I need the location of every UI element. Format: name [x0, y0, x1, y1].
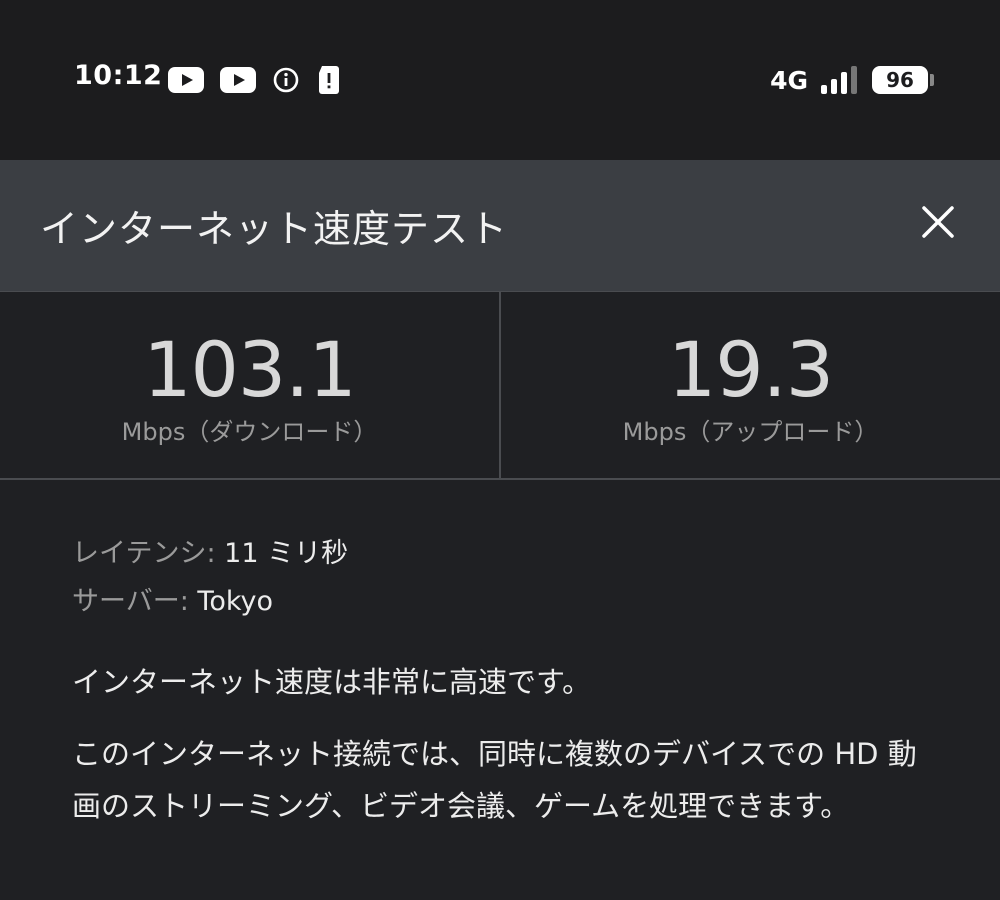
- download-speed-value: 103.1: [143, 325, 357, 414]
- status-bar: 10:12 4G 96: [0, 0, 1000, 160]
- download-result: 103.1 Mbps（ダウンロード）: [0, 292, 499, 478]
- upload-speed-value: 19.3: [667, 325, 834, 414]
- info-icon: [273, 67, 299, 93]
- dialog-title: インターネット速度テスト: [40, 207, 509, 251]
- battery-level: 96: [886, 68, 914, 92]
- upload-speed-unit: Mbps（アップロード）: [622, 418, 879, 446]
- download-speed-unit: Mbps（ダウンロード）: [121, 418, 378, 446]
- notification-icons: [168, 64, 342, 96]
- server-row: サーバー: Tokyo: [72, 578, 952, 626]
- signal-strength-icon: [821, 66, 857, 94]
- close-icon: [922, 206, 954, 238]
- youtube-icon: [168, 67, 204, 93]
- battery-icon: 96: [872, 66, 934, 94]
- status-time: 10:12: [74, 60, 163, 91]
- close-button[interactable]: [916, 200, 960, 244]
- system-icons: 4G 96: [770, 62, 934, 98]
- upload-result: 19.3 Mbps（アップロード）: [499, 292, 1000, 478]
- speed-summary: インターネット速度は非常に高速です。: [72, 665, 592, 699]
- test-details: レイテンシ: 11 ミリ秒 サーバー: Tokyo: [72, 530, 952, 626]
- latency-label: レイテンシ:: [72, 538, 216, 569]
- sim-alert-icon: [319, 66, 339, 94]
- speed-results: 103.1 Mbps（ダウンロード） 19.3 Mbps（アップロード）: [0, 291, 1000, 480]
- dialog-header: インターネット速度テスト: [0, 160, 1000, 291]
- youtube-icon: [220, 67, 256, 93]
- latency-row: レイテンシ: 11 ミリ秒: [72, 530, 952, 578]
- server-value: Tokyo: [197, 586, 274, 617]
- network-type: 4G: [770, 65, 808, 95]
- speed-description: このインターネット接続では、同時に複数のデバイスでの HD 動画のストリーミング…: [72, 737, 917, 823]
- latency-value: 11 ミリ秒: [224, 538, 349, 569]
- server-label: サーバー:: [72, 586, 189, 617]
